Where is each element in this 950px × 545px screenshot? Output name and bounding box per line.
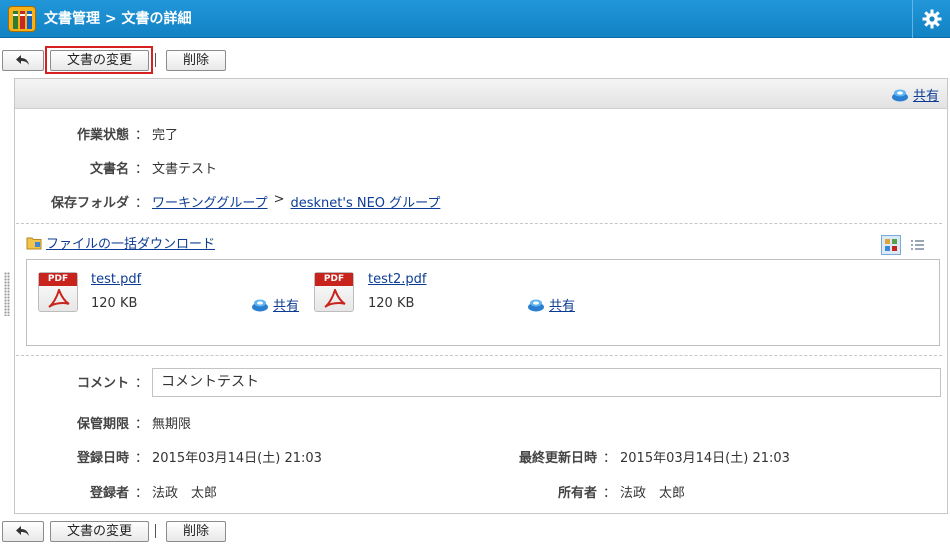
folder-path-link-working-group[interactable]: ワーキンググループ — [152, 192, 268, 211]
title-bar: 文書管理 > 文書の詳細 — [0, 0, 950, 38]
file-share-label[interactable]: 共有 — [549, 295, 575, 314]
document-name-value: 文書テスト — [152, 162, 218, 177]
folder-path-separator: > — [273, 192, 285, 207]
acrobat-icon — [324, 289, 346, 308]
registered-at-label: 登録日時 — [76, 451, 129, 466]
registered-at-colon: ： — [135, 451, 149, 466]
folder-label: 保存フォルダ — [50, 196, 129, 211]
thumbnail-view-icon — [885, 239, 897, 251]
back-button[interactable] — [2, 521, 44, 542]
bulk-download-link[interactable]: ファイルの一括ダウンロード — [26, 233, 215, 252]
share-link-label[interactable]: 共有 — [913, 85, 939, 104]
owner-value: 法政 太郎 — [620, 486, 686, 501]
comment-colon: ： — [135, 376, 149, 391]
owner-label: 所有者 — [557, 486, 597, 501]
registrant-value: 法政 太郎 — [152, 486, 218, 501]
retention-label: 保管期限 — [76, 417, 129, 432]
status-value: 完了 — [152, 128, 179, 143]
file-share-label[interactable]: 共有 — [273, 295, 299, 314]
share-link[interactable]: 共有 — [891, 85, 939, 104]
document-name-label: 文書名 — [89, 162, 129, 177]
registrant-colon: ： — [135, 486, 149, 501]
gear-icon — [922, 9, 941, 29]
document-name-colon: ： — [135, 162, 149, 177]
toolbar-divider — [155, 53, 156, 67]
section-divider — [16, 223, 942, 224]
file-size: 120 KB — [368, 296, 415, 311]
file-size: 120 KB — [91, 296, 138, 311]
bottom-toolbar: 文書の変更 削除 — [0, 518, 950, 544]
status-colon: ： — [135, 128, 149, 143]
updated-at-value: 2015年03月14日(土) 21:03 — [620, 451, 790, 466]
toolbar-divider — [155, 524, 156, 538]
folder-path: ワーキンググループ > desknet's NEO グループ — [152, 192, 440, 211]
bulk-download-label[interactable]: ファイルの一括ダウンロード — [46, 233, 215, 252]
updated-at-colon: ： — [603, 451, 617, 466]
panel-header: 共有 — [15, 79, 947, 109]
document-detail-panel: 共有 作業状態 ： 完了 文書名 ： 文書テスト 保存フォルダ ： ワーキンググ… — [14, 78, 948, 514]
folder-path-link-neo-group[interactable]: desknet's NEO グループ — [290, 192, 440, 211]
panel-resize-handle[interactable] — [4, 272, 10, 316]
retention-value: 無期限 — [152, 417, 192, 432]
folder-colon: ： — [135, 196, 149, 211]
file-name-link[interactable]: test2.pdf — [368, 272, 426, 287]
comment-field: コメントテスト — [152, 368, 941, 397]
status-label: 作業状態 — [76, 128, 129, 143]
updated-at-label: 最終更新日時 — [518, 451, 597, 466]
share-icon — [891, 89, 908, 101]
file-share-link[interactable]: 共有 — [527, 295, 575, 314]
pdf-file-icon[interactable]: PDF — [38, 272, 78, 312]
share-icon — [528, 299, 544, 311]
back-arrow-icon — [16, 526, 29, 536]
owner-colon: ： — [603, 486, 617, 501]
folder-download-icon — [26, 237, 42, 249]
list-view-icon — [911, 240, 924, 250]
registrant-label: 登録者 — [89, 486, 129, 501]
list-view-button[interactable] — [907, 235, 927, 255]
acrobat-icon — [48, 289, 70, 308]
file-type-tag: PDF — [39, 273, 77, 286]
back-arrow-icon — [16, 55, 29, 65]
settings-button[interactable] — [912, 0, 950, 38]
registered-at-value: 2015年03月14日(土) 21:03 — [152, 451, 322, 466]
file-type-tag: PDF — [315, 273, 353, 286]
file-share-link[interactable]: 共有 — [251, 295, 299, 314]
pdf-file-icon[interactable]: PDF — [314, 272, 354, 312]
document-management-app-icon[interactable] — [8, 6, 36, 32]
thumbnail-view-button[interactable] — [881, 235, 901, 255]
file-name-link[interactable]: test.pdf — [91, 272, 141, 287]
back-button[interactable] — [2, 50, 44, 71]
section-divider — [16, 355, 942, 356]
comment-label: コメント — [76, 376, 129, 391]
delete-button[interactable]: 削除 — [166, 521, 226, 542]
page-breadcrumb: 文書管理 > 文書の詳細 — [44, 11, 192, 27]
file-list: PDF test.pdf 120 KB 共有 PDF test2.pdf 120… — [26, 259, 940, 346]
delete-button[interactable]: 削除 — [166, 50, 226, 71]
retention-colon: ： — [135, 417, 149, 432]
share-icon — [252, 299, 268, 311]
edit-button-highlight — [45, 46, 153, 74]
edit-document-button[interactable]: 文書の変更 — [50, 521, 149, 542]
